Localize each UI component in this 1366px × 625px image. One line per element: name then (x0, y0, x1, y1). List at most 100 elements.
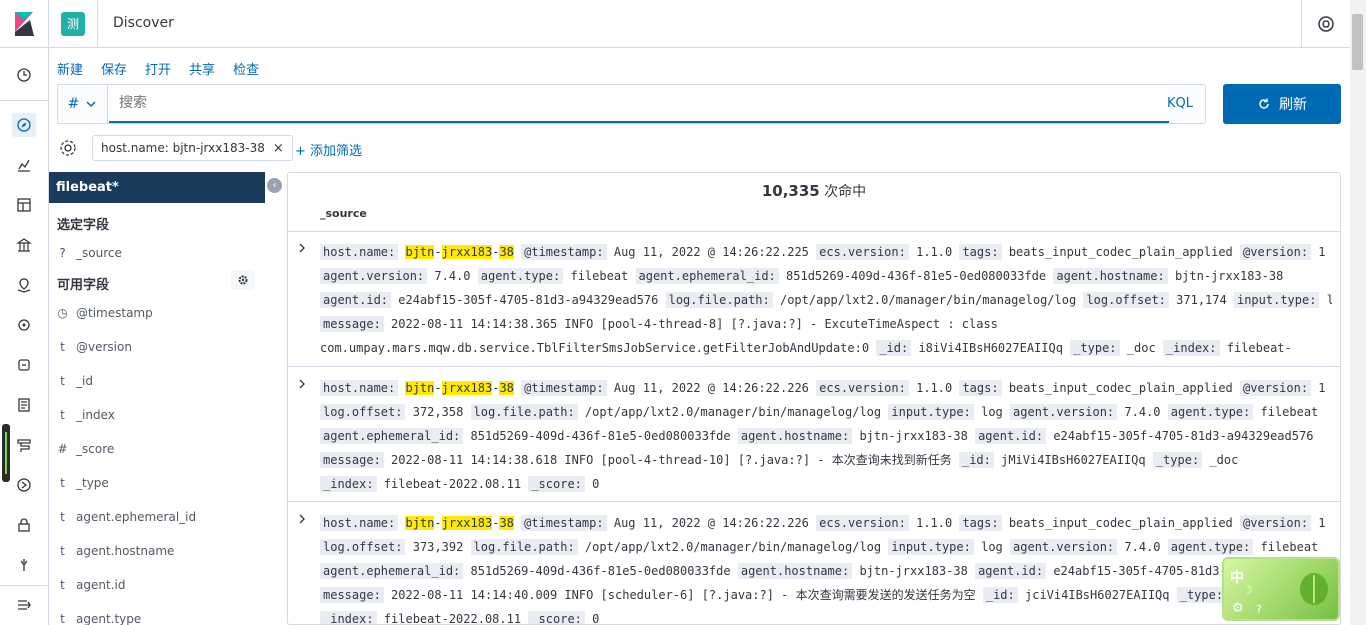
field-name: _id (76, 374, 93, 388)
field-item[interactable]: # _score (49, 436, 280, 462)
field-value: filebeat (1260, 540, 1319, 554)
ime-widget[interactable]: 中 ☽ ⚙ ? (1222, 557, 1340, 621)
field-item[interactable]: t agent.hostname (49, 538, 280, 564)
field-name: agent.hostname (76, 544, 175, 558)
index-pattern-selector[interactable]: filebeat* (49, 172, 265, 203)
field-key: agent.version: (1010, 539, 1118, 555)
field-value: filebeat- (1226, 341, 1292, 355)
filter-pill[interactable]: host.name: bjtn-jrxx183-38 × (92, 135, 293, 161)
field-value: bjtn-jrxx183-38 (859, 429, 968, 443)
field-item[interactable]: t _index (49, 402, 280, 428)
field-item[interactable]: t @version (49, 334, 280, 360)
dev-tools-icon[interactable] (12, 553, 36, 577)
chevron-right-icon[interactable] (296, 378, 308, 390)
refresh-button[interactable]: 刷新 (1223, 84, 1341, 124)
field-key: log.file.path: (470, 404, 578, 420)
available-fields-title: 可用字段 (57, 278, 110, 293)
add-filter-button[interactable]: + 添加筛选 (295, 140, 362, 159)
close-icon[interactable]: × (273, 141, 284, 156)
hit-count: 10,335 次命中 (288, 181, 1340, 201)
field-key: host.name: (320, 244, 399, 260)
field-value: 2022-08-11 14:14:40.009 INFO [scheduler-… (391, 588, 976, 602)
menu-inspect[interactable]: 检查 (233, 59, 259, 78)
discover-icon[interactable] (12, 113, 36, 137)
field-key: log.offset: (320, 404, 406, 420)
gear-icon[interactable]: ⚙ (1232, 601, 1244, 616)
field-type-icon: t (60, 612, 65, 625)
filter-settings-icon[interactable] (58, 138, 78, 158)
leaf-icon (1300, 573, 1328, 605)
field-key: ecs.version: (816, 380, 909, 396)
query-bar: # KQL (57, 84, 1206, 124)
field-value: /opt/app/lxt2.0/manager/bin/managelog/lo… (584, 405, 882, 419)
field-type-icon: t (60, 374, 65, 388)
canvas-icon[interactable] (12, 233, 36, 257)
kibana-logo[interactable] (0, 0, 49, 48)
recent-icon[interactable] (12, 63, 36, 87)
field-value: jMiVi4IBsH6027EAIIQq (1001, 453, 1146, 467)
page-scrollbar[interactable] (1350, 0, 1366, 625)
breadcrumb[interactable]: Discover (113, 15, 174, 31)
search-input[interactable] (109, 85, 1169, 123)
field-key: @timestamp: (521, 244, 607, 260)
chevron-right-icon[interactable] (296, 513, 308, 525)
doc-row[interactable]: host.name: bjtn-jrxx183-38 @timestamp: A… (288, 232, 1340, 366)
field-value: filebeat-2022.08.11 (383, 612, 522, 625)
visualize-icon[interactable] (12, 153, 36, 177)
field-value: 372,358 (412, 405, 464, 419)
field-item[interactable]: ◷ @timestamp (49, 300, 280, 326)
field-value: 0 (592, 612, 600, 625)
field-value: _doc (1126, 341, 1156, 355)
menu-save[interactable]: 保存 (101, 59, 127, 78)
ml-icon[interactable] (12, 313, 36, 337)
field-type-icon: t (60, 340, 65, 354)
search-highlight: 38 (499, 516, 514, 530)
field-item[interactable]: t agent.ephemeral_id (49, 504, 280, 530)
doc-row[interactable]: host.name: bjtn-jrxx183-38 @timestamp: A… (288, 368, 1340, 502)
field-type-icon: # (57, 442, 68, 456)
field-item[interactable]: t agent.id (49, 572, 280, 598)
chevron-right-icon[interactable] (296, 242, 308, 254)
field-key: host.name: (320, 515, 399, 531)
help-icon[interactable]: ? (1256, 603, 1262, 616)
field-settings-button[interactable] (231, 270, 255, 290)
doc-row[interactable]: host.name: bjtn-jrxx183-38 @timestamp: A… (288, 503, 1340, 625)
field-item[interactable]: t agent.type (49, 606, 280, 625)
uptime-icon[interactable] (12, 473, 36, 497)
field-key: log.offset: (1083, 292, 1169, 308)
maps-icon[interactable] (12, 273, 36, 297)
field-value: - (434, 381, 442, 395)
field-key: input.type: (1233, 292, 1320, 308)
refresh-icon (1259, 98, 1269, 109)
field-item[interactable]: t _type (49, 470, 280, 496)
field-key: _id: (876, 340, 912, 356)
search-highlight: 38 (499, 245, 514, 259)
field-key: agent.id: (975, 428, 1047, 444)
field-item[interactable]: t _id (49, 368, 280, 394)
field-item[interactable]: ? _source (49, 240, 280, 266)
field-key: message: (320, 452, 384, 468)
saved-query-menu[interactable]: # (58, 85, 108, 123)
field-value: com.umpay.mars.mqw.db.service.TblFilterS… (320, 341, 870, 355)
help-menu[interactable] (1301, 0, 1350, 48)
logs-icon[interactable] (12, 393, 36, 417)
field-value: 1 (1318, 516, 1326, 530)
collapse-sidebar-icon[interactable]: ‹ (267, 178, 282, 193)
siem-icon[interactable] (12, 513, 36, 537)
kql-toggle[interactable]: KQL (1167, 96, 1193, 111)
dashboard-icon[interactable] (12, 193, 36, 217)
infrastructure-icon[interactable] (12, 353, 36, 377)
menu-open[interactable]: 打开 (145, 59, 171, 78)
search-highlight: jrxx183 (441, 516, 493, 530)
collapse-nav-icon[interactable] (12, 593, 36, 617)
field-value: 2022-08-11 14:14:38.618 INFO [pool-4-thr… (391, 453, 952, 467)
field-key: agent.ephemeral_id: (320, 428, 464, 444)
menu-new[interactable]: 新建 (57, 59, 83, 78)
source-column-header[interactable]: _source (320, 207, 367, 220)
field-type-icon: ? (59, 246, 66, 260)
source-line: message: 2022-08-11 14:14:38.365 INFO [p… (320, 312, 1332, 336)
space-avatar[interactable]: 测 (61, 12, 85, 36)
scrollbar-thumb[interactable] (1352, 14, 1363, 70)
apm-icon[interactable] (12, 433, 36, 457)
menu-share[interactable]: 共享 (189, 59, 215, 78)
